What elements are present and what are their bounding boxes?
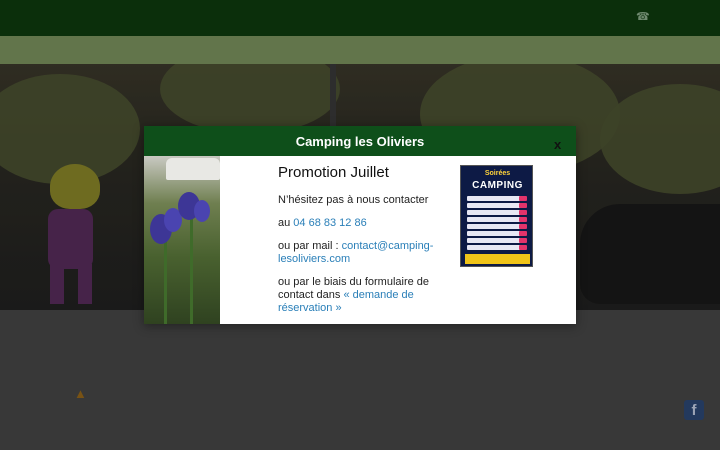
form-line: ou par le biais du formulaire de contact…: [278, 276, 430, 314]
promo-modal: Camping les Oliviers x Promotion Juillet…: [144, 126, 576, 324]
phone-line: au 04 68 83 12 86: [278, 217, 367, 229]
contact-line: N’hésitez pas à nous contacter: [278, 194, 429, 206]
iris-photo: [144, 156, 220, 324]
poster-title: Soirées: [484, 170, 511, 177]
modal-content: Promotion Juillet N’hésitez pas à nous c…: [278, 164, 438, 325]
event-poster[interactable]: Soirées CAMPING: [460, 165, 533, 267]
promo-heading: Promotion Juillet: [278, 164, 389, 181]
email-line: ou par mail : contact@camping-lesolivier…: [278, 240, 434, 265]
modal-title: Camping les Oliviers: [295, 134, 425, 149]
camper-van: [166, 158, 220, 180]
phone-link[interactable]: 04 68 83 12 86: [293, 217, 366, 229]
poster-headline: CAMPING: [472, 180, 523, 191]
close-button[interactable]: x: [554, 137, 566, 153]
modal-header: Camping les Oliviers x: [144, 126, 576, 156]
